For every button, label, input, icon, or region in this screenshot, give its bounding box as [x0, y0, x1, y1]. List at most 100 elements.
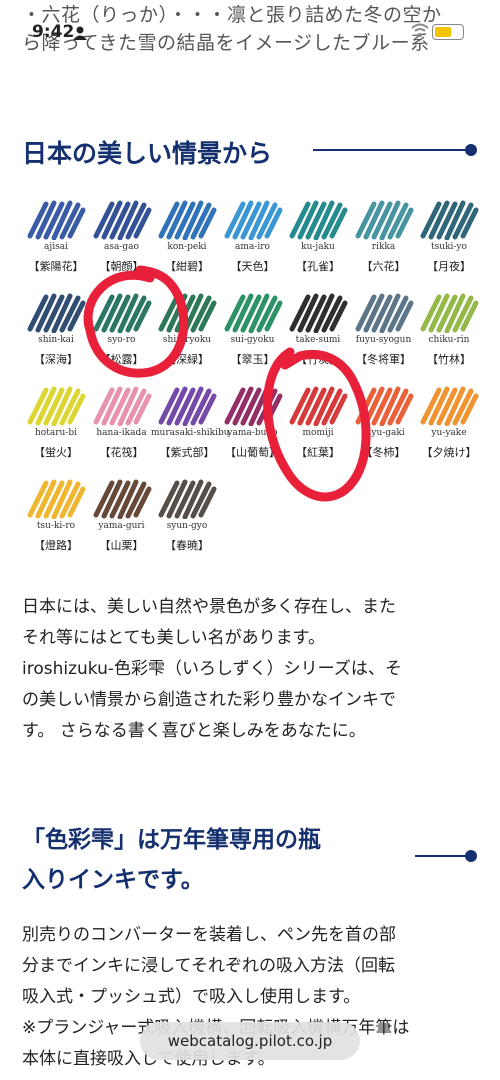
swatch-romaji: syun-gyo — [166, 521, 208, 531]
ink-stroke-sample — [27, 200, 86, 240]
ink-swatch-momiji: momiji 【紅葉】 — [288, 386, 348, 459]
swatch-romaji: yama-budo — [227, 428, 278, 438]
ink-swatch-hotaru-bi: hotaru-bi 【蛍火】 — [26, 386, 86, 459]
heading-divider-line — [415, 855, 469, 857]
swatch-kanji: 【翠玉】 — [230, 353, 275, 366]
swatch-kanji: 【竹炭】 — [296, 353, 340, 366]
ink-stroke-sample — [158, 293, 217, 333]
swatch-kanji: 【燈路】 — [34, 539, 78, 552]
swatch-kanji: 【松露】 — [99, 353, 144, 366]
swatch-kanji: 【山栗】 — [99, 539, 144, 552]
status-time: 9:42 — [32, 22, 75, 42]
ink-swatch-yama-budo: yama-budo 【山葡萄】 — [223, 386, 283, 459]
swatch-romaji: shin-ryoku — [162, 335, 212, 345]
ink-stroke-sample — [355, 200, 413, 240]
ink-stroke-sample — [224, 293, 282, 333]
intro-line: 日本には、美しい自然や景色が多く存在し、また — [22, 597, 396, 617]
swatch-kanji: 【天色】 — [230, 260, 275, 273]
section-heading-ink-bottle: 「色彩雫」は万年筆専用の瓶 入りインキです。 — [22, 820, 321, 900]
ink-stroke-sample — [224, 386, 282, 426]
ink-swatch-tsuki-yo: tsuki-yo 【月夜】 — [419, 200, 479, 273]
swatch-kanji: 【竹林】 — [427, 353, 471, 366]
swatch-romaji: ajisai — [44, 242, 68, 252]
usage-line: 吸入式・プッシュ式）で吸入し使用します。 — [22, 987, 361, 1007]
ink-swatch-take-sumi: take-sumi 【竹炭】 — [288, 293, 348, 366]
swatch-romaji: fuyu-syogun — [355, 335, 412, 345]
ink-swatch-syun-gyo: syun-gyo 【春暁】 — [157, 479, 217, 552]
intro-line: す。 さらなる書く喜びと楽しみをあなたに。 — [22, 721, 366, 741]
person-icon — [73, 26, 87, 40]
section-heading-scenery: 日本の美しい情景から — [22, 139, 273, 168]
swatch-romaji: ku-jaku — [301, 242, 335, 252]
ink-stroke-sample — [93, 386, 151, 426]
ink-swatch-shin-kai: shin-kai 【深海】 — [26, 293, 86, 366]
intro-paragraph: 日本には、美しい自然や景色が多く存在し、また それ等にはとても美しい名があります… — [22, 592, 482, 747]
browser-url-bar[interactable]: webcatalog.pilot.co.jp — [140, 1022, 360, 1060]
wifi-icon — [411, 23, 429, 37]
swatch-romaji: tsu-ki-ro — [36, 521, 76, 531]
heading-line1: 「色彩雫」は万年筆専用の瓶 — [22, 827, 321, 853]
ink-swatch-rikka: rikka 【六花】 — [354, 200, 414, 273]
swatch-romaji: murasaki-shikibu — [151, 428, 230, 438]
swatch-romaji: yu-yake — [431, 428, 467, 438]
swatch-romaji: shin-kai — [38, 335, 74, 345]
ink-swatch-fuyu-gaki: fuyu-gaki 【冬柿】 — [354, 386, 414, 459]
ink-stroke-sample — [420, 200, 479, 240]
usage-line: 別売りのコンバーターを装着し、ペン先を首の部 — [22, 925, 396, 945]
ink-stroke-sample — [158, 200, 217, 240]
battery-icon — [432, 24, 464, 40]
swatch-romaji: sui-gyoku — [230, 335, 275, 345]
heading-divider-dot — [465, 144, 477, 156]
swatch-romaji: ama-iro — [235, 242, 270, 252]
ink-stroke-sample — [158, 386, 217, 426]
swatch-romaji: syo-ro — [107, 335, 136, 345]
swatch-romaji: tsuki-yo — [431, 242, 467, 252]
intro-line: それ等にはとても美しい名があります。 — [22, 628, 325, 648]
ink-swatch-fuyu-syogun: fuyu-syogun 【冬将軍】 — [354, 293, 414, 366]
ink-swatch-ku-jaku: ku-jaku 【孔雀】 — [288, 200, 348, 273]
swatch-kanji: 【深緑】 — [165, 353, 209, 366]
swatch-romaji: chiku-rin — [428, 335, 470, 345]
swatch-kanji: 【孔雀】 — [296, 260, 340, 273]
ink-swatch-tsu-ki-ro: tsu-ki-ro 【燈路】 — [26, 479, 86, 552]
ink-swatch-sui-gyoku: sui-gyoku 【翠玉】 — [223, 293, 283, 366]
swatch-kanji: 【夕焼け】 — [421, 446, 477, 459]
swatch-romaji: rikka — [371, 242, 396, 252]
swatch-kanji: 【花筏】 — [99, 446, 144, 459]
ink-stroke-sample — [289, 386, 348, 426]
ink-stroke-sample — [27, 293, 86, 333]
swatch-kanji: 【朝顔】 — [99, 260, 144, 273]
usage-line: 分までインキに浸してそれぞれの吸入方法（回転 — [22, 956, 395, 976]
ink-stroke-sample — [158, 479, 217, 519]
ink-swatch-yama-guri: yama-guri 【山栗】 — [92, 479, 152, 552]
ink-swatch-syo-ro: syo-ro 【松露】 — [92, 293, 152, 366]
ink-swatch-kon-peki: kon-peki 【紺碧】 — [157, 200, 217, 273]
ink-stroke-sample — [93, 479, 151, 519]
swatch-romaji: asa-gao — [104, 242, 139, 252]
swatch-kanji: 【六花】 — [361, 260, 406, 273]
swatch-kanji: 【月夜】 — [427, 260, 471, 273]
swatch-romaji: hotaru-bi — [35, 428, 77, 438]
ink-stroke-sample — [289, 293, 348, 333]
swatch-kanji: 【春暁】 — [165, 539, 209, 552]
ink-stroke-sample — [420, 293, 479, 333]
ink-stroke-sample — [224, 200, 282, 240]
ink-swatch-ama-iro: ama-iro 【天色】 — [223, 200, 283, 273]
intro-line: の美しい情景から創造された彩り豊かなインキで — [22, 690, 396, 710]
swatch-kanji: 【蛍火】 — [34, 446, 78, 459]
swatch-kanji: 【紫式部】 — [159, 446, 215, 459]
ink-swatch-chiku-rin: chiku-rin 【竹林】 — [419, 293, 479, 366]
ink-stroke-sample — [27, 386, 86, 426]
swatch-kanji: 【紅葉】 — [296, 446, 340, 459]
overlay-text-line1: ・六花（りっか）・・・凛と張り詰めた冬の空か — [22, 4, 442, 26]
swatch-kanji: 【深海】 — [34, 353, 78, 366]
swatch-romaji: fuyu-gaki — [362, 428, 405, 438]
ink-swatch-yu-yake: yu-yake 【夕焼け】 — [419, 386, 479, 459]
ink-stroke-sample — [27, 479, 86, 519]
ink-stroke-sample — [93, 293, 151, 333]
swatch-romaji: hana-ikada — [96, 428, 147, 438]
ink-stroke-sample — [420, 386, 479, 426]
swatch-kanji: 【山葡萄】 — [225, 446, 280, 459]
swatch-romaji: momiji — [302, 428, 334, 438]
ink-swatch-hana-ikada: hana-ikada 【花筏】 — [92, 386, 152, 459]
